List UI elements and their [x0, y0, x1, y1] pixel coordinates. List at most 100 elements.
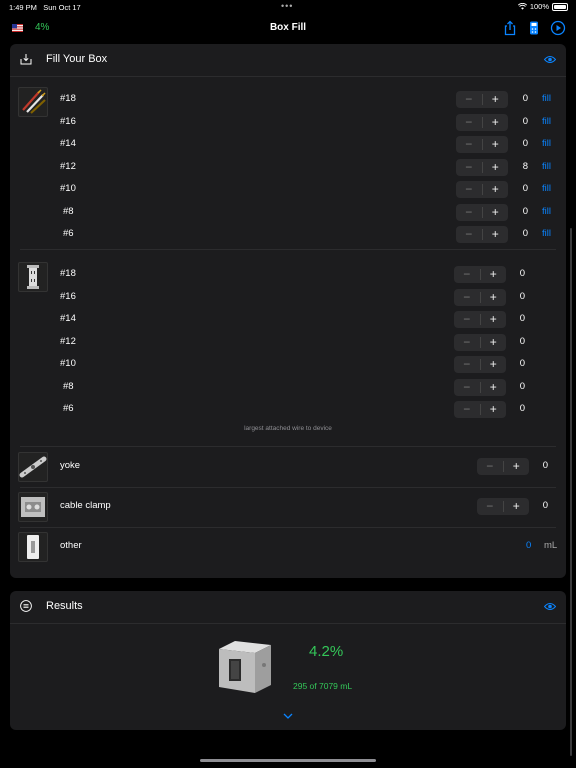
- increment-button[interactable]: +: [481, 266, 507, 283]
- device-stepper[interactable]: − +: [454, 356, 506, 373]
- increment-button[interactable]: +: [483, 204, 509, 221]
- results-volume: 295 of 7079 mL: [293, 681, 353, 691]
- increment-button[interactable]: +: [483, 226, 509, 243]
- status-time: 1:49 PM Sun Oct 17: [9, 3, 81, 12]
- increment-button[interactable]: +: [481, 356, 507, 373]
- conductor-count: 0: [522, 205, 528, 217]
- increment-button[interactable]: +: [483, 159, 509, 176]
- wifi-icon: [517, 3, 527, 10]
- scrollbar[interactable]: [570, 228, 572, 756]
- conductor-stepper[interactable]: − +: [456, 136, 508, 153]
- device-count: 0: [519, 335, 525, 347]
- conductor-count: 0: [522, 183, 528, 194]
- decrement-button[interactable]: −: [454, 289, 480, 306]
- decrement-button[interactable]: −: [454, 334, 480, 351]
- yoke-stepper[interactable]: − +: [477, 458, 529, 475]
- decrement-button[interactable]: −: [454, 266, 480, 283]
- decrement-button[interactable]: −: [454, 356, 480, 373]
- other-value-input[interactable]: 0: [526, 540, 531, 551]
- play-circle-icon[interactable]: [550, 20, 566, 36]
- increment-button[interactable]: +: [481, 289, 507, 306]
- receptacle-icon: [27, 265, 39, 289]
- other-label: other: [60, 540, 82, 551]
- share-icon[interactable]: [502, 20, 518, 36]
- fill-button[interactable]: fill: [542, 228, 551, 239]
- fill-your-box-card: Fill Your Box #18− +0 fill #16− +0 fill #14− +0…: [10, 44, 566, 578]
- results-card-header: Results: [10, 591, 566, 624]
- cable-clamp-count: 0: [542, 500, 548, 511]
- device-count: 0: [519, 268, 525, 279]
- device-gauge-label: #10: [60, 358, 76, 369]
- increment-button[interactable]: +: [504, 458, 530, 475]
- wires-icon: [22, 89, 46, 114]
- conductor-stepper[interactable]: − +: [456, 91, 508, 108]
- increment-button[interactable]: +: [483, 114, 509, 131]
- fill-button[interactable]: fill: [542, 161, 551, 172]
- status-bar: 1:49 PM Sun Oct 17 ••• 100%: [0, 0, 576, 14]
- device-stepper[interactable]: − +: [454, 333, 507, 351]
- nav-bar: 4% Box Fill: [0, 14, 576, 44]
- increment-button[interactable]: +: [483, 181, 509, 198]
- home-indicator[interactable]: [200, 759, 376, 762]
- status-right: 100%: [517, 2, 568, 11]
- eye-icon[interactable]: [544, 602, 556, 611]
- divider: [20, 487, 556, 488]
- conductor-stepper[interactable]: − +: [456, 113, 509, 131]
- yoke-count: 0: [542, 460, 548, 471]
- decrement-button[interactable]: −: [454, 401, 480, 418]
- list-circle-icon: [20, 600, 32, 612]
- increment-button[interactable]: +: [504, 498, 530, 515]
- decrement-button[interactable]: −: [456, 226, 482, 243]
- conductor-count: 0: [522, 138, 528, 149]
- cable-clamp-thumbnail: [18, 492, 48, 522]
- increment-button[interactable]: +: [483, 91, 509, 108]
- conductor-gauge-label: #8: [63, 205, 74, 217]
- multitasking-dots[interactable]: •••: [281, 1, 293, 11]
- decrement-button[interactable]: −: [477, 498, 503, 515]
- conductor-count: 0: [522, 228, 528, 239]
- cable-clamp-icon: [21, 497, 45, 517]
- decrement-button[interactable]: −: [456, 204, 482, 221]
- other-thumbnail: [18, 532, 48, 562]
- chevron-down-icon[interactable]: [283, 713, 293, 720]
- device-receptacle-thumbnail: [18, 262, 48, 292]
- increment-button[interactable]: +: [481, 311, 507, 328]
- increment-button[interactable]: +: [483, 136, 509, 153]
- conductor-stepper[interactable]: − +: [456, 158, 509, 176]
- decrement-button[interactable]: −: [456, 114, 482, 131]
- decrement-button[interactable]: −: [454, 311, 480, 328]
- calculator-icon[interactable]: [526, 20, 542, 36]
- increment-button[interactable]: +: [481, 334, 507, 351]
- device-stepper[interactable]: − +: [454, 266, 506, 283]
- conductor-stepper[interactable]: − +: [456, 226, 508, 243]
- conductor-count: 0: [522, 93, 528, 104]
- fill-button[interactable]: fill: [542, 138, 551, 149]
- cable-clamp-stepper[interactable]: − +: [477, 498, 529, 515]
- decrement-button[interactable]: −: [456, 159, 482, 176]
- battery-percent: 100%: [529, 2, 549, 11]
- eye-icon[interactable]: [544, 55, 556, 64]
- device-stepper[interactable]: − +: [454, 311, 506, 328]
- decrement-button[interactable]: −: [456, 136, 482, 153]
- device-gauge-label: #16: [60, 290, 76, 302]
- decrement-button[interactable]: −: [456, 181, 482, 198]
- device-stepper[interactable]: − +: [454, 288, 507, 306]
- conductor-wires-thumbnail: [18, 87, 48, 117]
- fill-button[interactable]: fill: [542, 93, 551, 104]
- decrement-button[interactable]: −: [477, 458, 503, 475]
- device-stepper[interactable]: − +: [454, 378, 507, 396]
- decrement-button[interactable]: −: [454, 379, 480, 396]
- conductor-stepper[interactable]: − +: [456, 203, 509, 221]
- conductor-count: 0: [522, 115, 528, 127]
- conductor-gauge-label: #10: [60, 183, 76, 194]
- fill-button[interactable]: fill: [542, 116, 551, 127]
- conductor-stepper[interactable]: − +: [456, 181, 508, 198]
- device-stepper[interactable]: − +: [454, 401, 506, 418]
- decrement-button[interactable]: −: [456, 91, 482, 108]
- fill-button[interactable]: fill: [542, 206, 551, 217]
- fill-button[interactable]: fill: [542, 183, 551, 194]
- device-count: 0: [519, 290, 525, 302]
- device-gauge-label: #14: [60, 313, 76, 324]
- increment-button[interactable]: +: [481, 401, 507, 418]
- increment-button[interactable]: +: [481, 379, 507, 396]
